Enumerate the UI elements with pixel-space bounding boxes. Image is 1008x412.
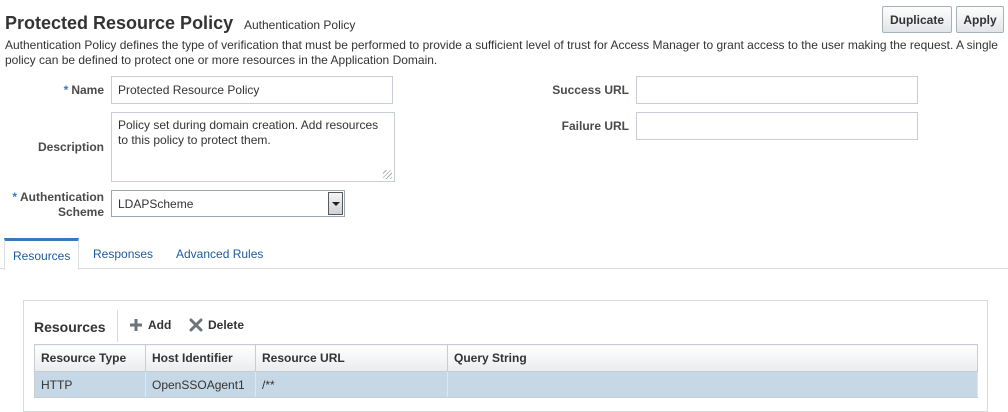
description-label: Description	[37, 140, 104, 154]
column-header-query-string[interactable]: Query String	[447, 344, 978, 372]
column-header-resource-type[interactable]: Resource Type	[34, 344, 146, 372]
auth-scheme-label-line2: Scheme	[57, 205, 104, 219]
apply-button[interactable]: Apply	[956, 6, 1004, 33]
column-header-host-identifier[interactable]: Host Identifier	[145, 344, 256, 372]
cell-host-identifier: OpenSSOAgent1	[145, 371, 256, 398]
tab-resources[interactable]: Resources	[4, 238, 80, 270]
resources-panel-title: Resources	[34, 319, 106, 335]
tab-responses[interactable]: Responses	[85, 238, 161, 269]
auth-scheme-select[interactable]: LDAPScheme	[111, 190, 345, 217]
delete-button-label: Delete	[208, 318, 245, 332]
auth-scheme-label-line1: Authentication	[20, 190, 104, 204]
cell-resource-type: HTTP	[34, 371, 146, 398]
toolbar-divider	[117, 310, 118, 342]
policy-description-text: Authentication Policy defines the type o…	[5, 38, 998, 67]
description-field-value: Policy set during domain creation. Add r…	[118, 118, 379, 147]
required-indicator: *	[63, 83, 69, 97]
add-button[interactable]: Add	[129, 318, 171, 332]
add-button-label: Add	[148, 318, 172, 332]
table-row[interactable]: HTTP OpenSSOAgent1 /**	[34, 371, 978, 398]
cell-query-string	[447, 371, 978, 398]
resize-grip-icon[interactable]	[383, 170, 392, 179]
description-field[interactable]: Policy set during domain creation. Add r…	[111, 112, 395, 182]
name-field[interactable]: Protected Resource Policy	[111, 76, 393, 104]
tab-advanced-rules[interactable]: Advanced Rules	[168, 238, 271, 269]
resources-panel: Resources Add Delete Resource Type Host …	[23, 300, 988, 412]
delete-button[interactable]: Delete	[189, 318, 244, 332]
auth-scheme-label: * Authentication Scheme	[8, 190, 104, 220]
success-url-label: Success URL	[552, 83, 629, 97]
column-header-resource-url[interactable]: Resource URL	[255, 344, 448, 372]
required-indicator: *	[12, 190, 17, 204]
cell-resource-url: /**	[255, 371, 448, 398]
name-field-value: Protected Resource Policy	[118, 83, 260, 97]
success-url-field[interactable]	[636, 76, 918, 104]
name-label: * Name	[60, 83, 104, 97]
name-label-text: Name	[71, 83, 104, 97]
auth-scheme-select-value: LDAPScheme	[118, 196, 194, 211]
dropdown-arrow-button[interactable]	[328, 192, 343, 215]
page-subtitle: Authentication Policy	[244, 18, 356, 32]
failure-url-field[interactable]	[636, 112, 918, 140]
failure-url-label: Failure URL	[561, 119, 629, 133]
table-header-row: Resource Type Host Identifier Resource U…	[34, 344, 978, 372]
x-delete-icon	[189, 318, 203, 332]
resources-table: Resource Type Host Identifier Resource U…	[34, 344, 978, 398]
plus-icon	[130, 319, 142, 331]
chevron-down-icon	[331, 201, 340, 206]
duplicate-button[interactable]: Duplicate	[882, 6, 952, 33]
page-title: Protected Resource Policy	[5, 13, 234, 33]
